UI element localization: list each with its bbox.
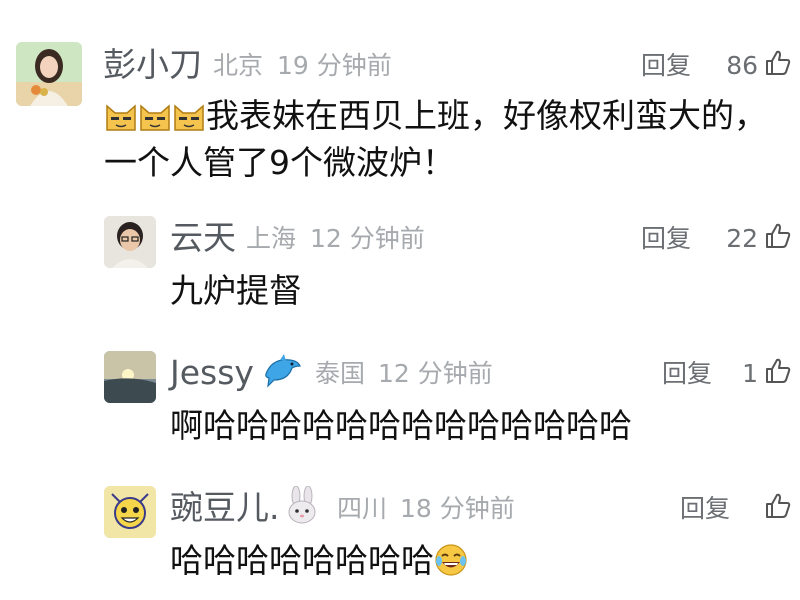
comment-text: 啊哈哈哈哈哈哈哈哈哈哈哈哈哈 bbox=[170, 406, 632, 445]
reply-button[interactable]: 回复 bbox=[641, 53, 691, 78]
timestamp: 12 分钟前 bbox=[378, 359, 493, 388]
comment-text-line: 哈哈哈哈哈哈哈哈 bbox=[170, 541, 434, 580]
user-name[interactable]: Jessy bbox=[170, 356, 254, 389]
avatar[interactable] bbox=[104, 351, 156, 403]
location-label: 上海 bbox=[246, 224, 297, 253]
avatar[interactable] bbox=[104, 216, 156, 268]
thumbs-up-icon[interactable] bbox=[764, 222, 792, 250]
like-count: 1 bbox=[742, 359, 758, 388]
reply-button[interactable]: 回复 bbox=[680, 496, 730, 521]
comment-text-line: 一个人管了9个微波炉！ bbox=[104, 143, 455, 182]
thumbs-up-icon[interactable] bbox=[764, 357, 792, 385]
comment-text: 我表妹在西贝上班，好像权利蛮大的， bbox=[104, 92, 767, 144]
timestamp: 19 分钟前 bbox=[277, 51, 392, 80]
cat-face-emoji bbox=[172, 97, 206, 144]
timestamp: 12 分钟前 bbox=[310, 224, 425, 253]
avatar[interactable] bbox=[16, 42, 82, 106]
rabbit-emoji bbox=[284, 485, 320, 528]
cat-face-emoji bbox=[104, 97, 138, 144]
avatar[interactable] bbox=[104, 486, 156, 538]
tears-of-joy-emoji bbox=[434, 542, 468, 589]
reply-button[interactable]: 回复 bbox=[641, 226, 691, 251]
reply-button[interactable]: 回复 bbox=[662, 361, 712, 386]
dolphin-emoji bbox=[262, 352, 302, 392]
location-label: 北京 bbox=[213, 51, 264, 80]
comment-text-line: 我表妹在西贝上班，好像权利蛮大的， bbox=[206, 96, 767, 135]
like-count: 22 bbox=[726, 224, 758, 253]
comment-text: 九炉提督 bbox=[170, 271, 302, 310]
comment-text: 哈哈哈哈哈哈哈哈 bbox=[170, 537, 468, 589]
timestamp: 18 分钟前 bbox=[400, 494, 515, 523]
user-name[interactable]: 彭小刀 bbox=[103, 48, 202, 81]
location-label: 泰国 bbox=[315, 359, 366, 388]
location-label: 四川 bbox=[337, 494, 388, 523]
user-name[interactable]: 豌豆儿. bbox=[170, 491, 280, 524]
user-name[interactable]: 云天 bbox=[170, 221, 236, 254]
thumbs-up-icon[interactable] bbox=[764, 492, 792, 520]
thumbs-up-icon[interactable] bbox=[764, 49, 792, 77]
cat-face-emoji bbox=[138, 97, 172, 144]
like-count: 86 bbox=[726, 51, 758, 80]
